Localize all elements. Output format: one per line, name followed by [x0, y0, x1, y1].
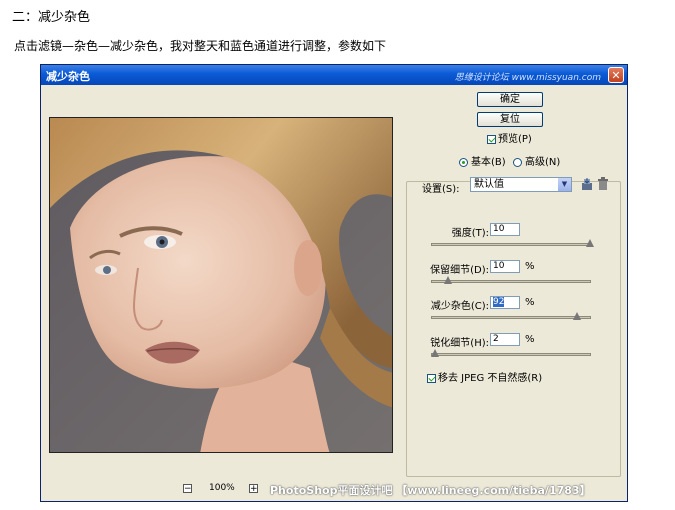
preview-checkbox-row[interactable]: 预览(P) — [487, 130, 532, 145]
slider-track[interactable] — [431, 239, 594, 247]
dialog-title: 减少杂色 — [46, 70, 90, 83]
article-heading: 二：减少杂色 — [12, 10, 91, 25]
mode-advanced-row[interactable]: 高级(N) — [513, 153, 560, 168]
dialog-titlebar[interactable]: 减少杂色 思缘设计论坛 www.missyuan.com ✕ — [41, 65, 627, 85]
save-settings-icon[interactable] — [580, 177, 594, 191]
mode-basic-radio[interactable] — [459, 157, 468, 167]
reset-button[interactable]: 复位 — [477, 112, 543, 127]
slider-value-input[interactable]: 10 — [490, 260, 520, 273]
slider-label: 锐化细节(H): — [430, 338, 489, 349]
preview-image[interactable] — [49, 117, 393, 453]
settings-label: 设置(S): — [422, 184, 460, 195]
slider-unit: % — [525, 297, 535, 308]
plus-icon: + — [250, 484, 258, 494]
slider-value: 92 — [493, 297, 505, 307]
slider-thumb[interactable] — [444, 276, 452, 284]
chevron-down-icon: ▼ — [558, 178, 571, 191]
mode-basic-label: 基本(B) — [471, 157, 506, 168]
preview-checkbox[interactable] — [487, 134, 496, 144]
slider-label: 强度(T): — [451, 228, 489, 239]
slider-value-input[interactable]: 92 — [490, 296, 520, 309]
settings-select[interactable]: 默认值 ▼ — [470, 177, 572, 192]
close-button[interactable]: ✕ — [608, 67, 624, 83]
jpeg-artifact-row[interactable]: 移去 JPEG 不自然感(R) — [427, 369, 542, 384]
slider-value-input[interactable]: 10 — [490, 223, 520, 236]
zoom-in-button[interactable]: + — [249, 484, 258, 494]
footer-watermark: PhotoShop平面设计吧 【www.lineeg.com/tieba/178… — [270, 484, 591, 497]
ok-button[interactable]: 确定 — [477, 92, 543, 107]
titlebar-watermark: 思缘设计论坛 www.missyuan.com — [454, 73, 601, 83]
slider-unit: % — [525, 261, 535, 272]
minus-icon: − — [184, 484, 192, 494]
slider-unit: % — [525, 334, 535, 345]
slider-track[interactable] — [431, 349, 591, 357]
close-icon: ✕ — [611, 69, 621, 82]
slider-value: 2 — [493, 334, 499, 344]
mode-advanced-label: 高级(N) — [525, 157, 561, 168]
mode-basic-row[interactable]: 基本(B) — [459, 153, 506, 168]
zoom-out-button[interactable]: − — [183, 484, 192, 494]
slider-track[interactable] — [431, 276, 591, 284]
preview-label: 预览(P) — [498, 134, 532, 145]
jpeg-artifact-label: 移去 JPEG 不自然感(R) — [438, 373, 543, 384]
mode-advanced-radio[interactable] — [513, 157, 522, 167]
slider-label: 保留细节(D): — [430, 265, 489, 276]
slider-thumb[interactable] — [431, 349, 439, 357]
portrait-photo — [50, 118, 392, 452]
slider-value: 10 — [493, 261, 505, 271]
settings-value: 默认值 — [474, 179, 504, 190]
slider-thumb[interactable] — [586, 239, 594, 247]
article-intro: 点击滤镜—杂色—减少杂色，我对整天和蓝色通道进行调整，参数如下 — [14, 39, 387, 53]
zoom-level: 100% — [209, 483, 235, 493]
slider-thumb[interactable] — [573, 312, 581, 320]
slider-value-input[interactable]: 2 — [490, 333, 520, 346]
slider-label: 减少杂色(C): — [430, 301, 489, 312]
slider-track[interactable] — [431, 312, 591, 320]
jpeg-artifact-checkbox[interactable] — [427, 373, 436, 383]
delete-settings-icon[interactable] — [597, 177, 609, 191]
slider-value: 10 — [493, 224, 505, 234]
reduce-noise-dialog: 减少杂色 思缘设计论坛 www.missyuan.com ✕ − 100% + … — [40, 64, 628, 502]
